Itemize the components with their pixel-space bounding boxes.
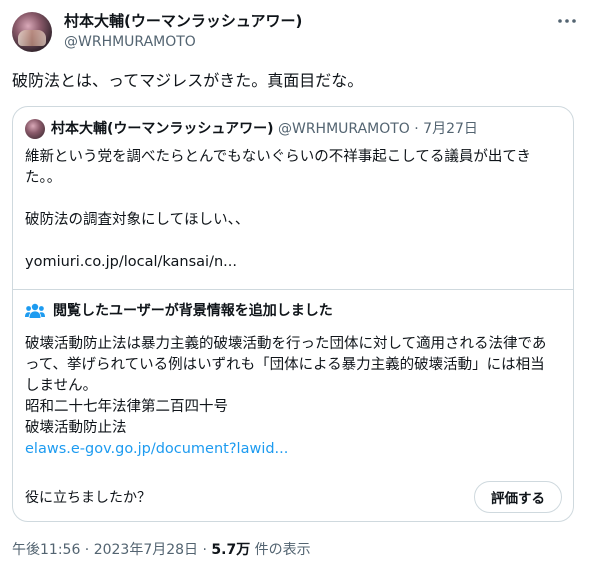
more-options-button[interactable] [556,12,578,30]
quote-link[interactable]: yomiuri.co.jp/local/kansai/n... [25,252,563,273]
note-line: 破壊活動防止法は暴力主義的破壊活動を行った団体に対して適用される法律であ [25,336,547,352]
community-note-body: 破壊活動防止法は暴力主義的破壊活動を行った団体に対して適用される法律であ って、… [25,334,563,460]
more-icon [558,19,576,23]
note-source: 昭和二十七年法律第二百四十号 [25,399,228,415]
quote-author-name: 村本大輔(ウーマンラッシュアワー) [51,121,274,137]
author-name[interactable]: 村本大輔(ウーマンラッシュアワー) [64,12,302,30]
quote-header: 村本大輔(ウーマンラッシュアワー) @WRHMURAMOTO · 7月27日 [51,120,478,138]
helpful-question: 役に立ちましたか？ [25,490,151,506]
quote-text: 維新という党を調べたらとんでもないぐらいの不祥事起こしてる議員が出てき た。。 … [25,147,563,273]
note-line: しません。 [25,378,98,394]
author-handle[interactable]: @WRHMURAMOTO [64,33,196,51]
note-source-link[interactable]: elaws.e-gov.go.jp/document?lawid... [25,439,563,460]
view-label: 件の表示 [250,542,311,558]
quote-handle-date: @WRHMURAMOTO · 7月27日 [277,121,478,137]
quoted-tweet[interactable]: 村本大輔(ウーマンラッシュアワー) @WRHMURAMOTO · 7月27日 維… [12,106,574,522]
quote-line: た。。 [25,170,62,186]
tweet-text: 破防法とは、ってマジレスがきた。真面目だな。 [12,71,364,90]
community-note: 閲覧したユーザーが背景情報を追加しました 破壊活動防止法は暴力主義的破壊活動を行… [13,289,573,521]
community-note-heading: 閲覧したユーザーが背景情報を追加しました [25,302,333,320]
quote-line: 破防法の調査対象にしてほしい、、 [25,212,250,228]
rate-button[interactable]: 評価する [474,481,562,513]
author-avatar[interactable] [12,12,52,52]
note-line: って、挙げられている例はいずれも「団体による暴力主義的破壊活動」には相当 [25,357,545,373]
note-source: 破壊活動防止法 [25,420,127,436]
view-count: 5.7万 [211,542,251,558]
quote-line: 維新という党を調べたらとんでもないぐらいの不祥事起こしてる議員が出てき [25,149,531,165]
tweet-footer: 午後11:56 · 2023年7月28日 · 5.7万 件の表示 [12,540,311,560]
tweet-timestamp[interactable]: 午後11:56 · 2023年7月28日 · [12,542,211,558]
people-icon [25,303,45,318]
quote-avatar [25,119,45,139]
community-note-title: 閲覧したユーザーが背景情報を追加しました [53,303,333,319]
